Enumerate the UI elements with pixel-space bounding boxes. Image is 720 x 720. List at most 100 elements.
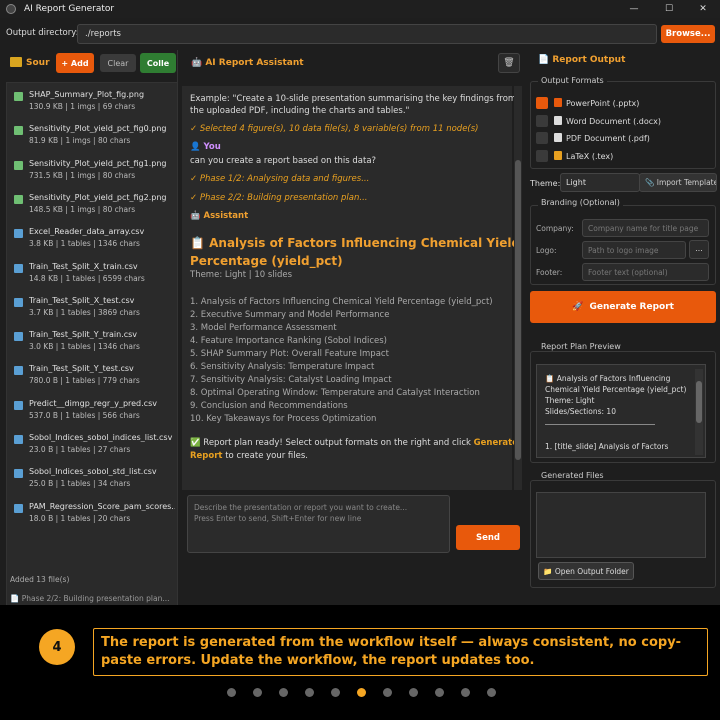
- source-file-meta: 3.0 KB | 1 tables | 1346 chars: [29, 342, 140, 352]
- logo-browse-button[interactable]: ...: [689, 240, 709, 259]
- format-label: PowerPoint (.pptx): [554, 98, 639, 108]
- pagination-dot[interactable]: [435, 688, 444, 697]
- source-file-name: Train_Test_Split_X_train.csv: [29, 261, 138, 271]
- generated-files-title: Generated Files: [538, 471, 607, 480]
- open-output-folder-button[interactable]: 📁 Open Output Folder: [538, 562, 634, 580]
- send-button[interactable]: Send: [456, 525, 520, 550]
- source-file-meta: 18.0 B | 1 tables | 20 chars: [29, 513, 131, 523]
- minimize-button[interactable]: —: [617, 0, 651, 18]
- preview-scrollbar-thumb[interactable]: [696, 381, 702, 423]
- plan-item: 6. Sensitivity Analysis: Temperature Imp…: [190, 362, 375, 372]
- source-file-item[interactable]: PAM_Regression_Score_pam_scores... 18.0 B…: [7, 498, 177, 528]
- footer-input[interactable]: Footer text (optional): [582, 263, 709, 281]
- pagination-dot[interactable]: [461, 688, 470, 697]
- import-template-label: Import Template: [656, 178, 717, 187]
- table-icon: [14, 503, 23, 513]
- rocket-icon: 🚀: [572, 302, 590, 312]
- source-file-item[interactable]: Excel_Reader_data_array.csv 3.8 KB | 1 ta…: [7, 223, 177, 253]
- output-directory-input[interactable]: ./reports: [77, 24, 657, 44]
- sources-panel: Sour + Add Clear Colle SHAP_Summary_Plot…: [6, 50, 178, 619]
- import-template-button[interactable]: 📎 Import Template: [639, 173, 717, 192]
- close-button[interactable]: ✕: [686, 0, 720, 18]
- add-button[interactable]: + Add: [56, 53, 94, 73]
- source-file-item[interactable]: Train_Test_Split_Y_test.csv 780.0 B | 1 t…: [7, 360, 177, 390]
- format-checkbox[interactable]: [536, 97, 548, 109]
- report-theme-line: Theme: Light | 10 slides: [190, 270, 293, 280]
- ready-text-a: Report plan ready! Select output formats…: [203, 438, 471, 448]
- preview-scrollbar[interactable]: [695, 369, 703, 455]
- user-label: 👤 You: [190, 142, 221, 152]
- table-icon: [14, 263, 23, 273]
- format-label-text: LaTeX (.tex): [566, 151, 614, 161]
- source-file-item[interactable]: Sobol_Indices_sobol_indices_list.csv 23.0…: [7, 429, 177, 459]
- source-file-meta: 731.5 KB | 1 imgs | 80 chars: [29, 170, 136, 180]
- source-file-meta: 148.5 KB | 1 imgs | 80 chars: [29, 204, 136, 214]
- source-file-list[interactable]: SHAP_Summary_Plot_fig.png 130.9 KB | 1 im…: [6, 82, 178, 619]
- pagination-dots: [227, 688, 496, 697]
- image-icon: [14, 126, 23, 136]
- source-file-item[interactable]: Sensitivity_Plot_yield_pct_fig2.png 148.5…: [7, 189, 177, 219]
- plan-item: 8. Optimal Operating Window: Temperature…: [190, 388, 480, 398]
- pagination-dot[interactable]: [227, 688, 236, 697]
- phase-2-status: ✓ Phase 2/2: Building presentation plan.…: [190, 193, 368, 203]
- plan-item: 3. Model Performance Assessment: [190, 323, 337, 333]
- pagination-dot[interactable]: [383, 688, 392, 697]
- source-file-item[interactable]: SHAP_Summary_Plot_fig.png 130.9 KB | 1 im…: [7, 86, 177, 116]
- source-file-item[interactable]: Sobol_Indices_sobol_std_list.csv 25.0 B |…: [7, 463, 177, 493]
- clear-button[interactable]: Clear: [100, 54, 136, 72]
- ready-report-word: Report: [190, 451, 223, 461]
- trash-icon: 🗑: [503, 58, 515, 68]
- document-icon: [554, 133, 562, 142]
- maximize-button[interactable]: ☐: [652, 0, 686, 18]
- pagination-dot[interactable]: [409, 688, 418, 697]
- theme-label: Theme:: [530, 179, 561, 188]
- format-checkbox[interactable]: [536, 132, 548, 144]
- format-checkbox[interactable]: [536, 114, 548, 127]
- format-checkbox[interactable]: [536, 149, 548, 162]
- source-file-meta: 3.7 KB | 1 tables | 3869 chars: [29, 307, 140, 317]
- source-file-item[interactable]: Sensitivity_Plot_yield_pct_fig0.png 81.9 …: [7, 120, 177, 150]
- generated-files-list[interactable]: [536, 492, 706, 558]
- pagination-dot[interactable]: [331, 688, 340, 697]
- report-output-title-text: Report Output: [552, 55, 626, 65]
- app-window: AI Report Generator — ☐ ✕ Output directo…: [0, 0, 720, 619]
- source-file-item[interactable]: Train_Test_Split_Y_train.csv 3.0 KB | 1 t…: [7, 326, 177, 356]
- logo-input[interactable]: Path to logo image: [582, 241, 686, 259]
- pagination-dot[interactable]: [487, 688, 496, 697]
- theme-select[interactable]: Light: [560, 173, 640, 192]
- browse-button[interactable]: Browse...: [661, 25, 715, 43]
- table-icon: [14, 366, 23, 376]
- document-icon: [554, 150, 562, 160]
- format-label: PDF Document (.pdf): [554, 133, 650, 143]
- table-icon: [14, 400, 23, 410]
- preview-line-1: 📋 Analysis of Factors Influencing: [545, 374, 671, 383]
- plan-preview-box[interactable]: 📋 Analysis of Factors Influencing Chemic…: [536, 364, 706, 458]
- format-label-text: PDF Document (.pdf): [566, 134, 650, 143]
- pagination-dot[interactable]: [279, 688, 288, 697]
- source-file-item[interactable]: Sensitivity_Plot_yield_pct_fig1.png 731.5…: [7, 155, 177, 185]
- preview-line-5: 1. [title_slide] Analysis of Factors: [545, 442, 669, 451]
- generate-report-label: Generate Report: [589, 302, 674, 312]
- chat-scrollbar[interactable]: [514, 86, 522, 490]
- chat-history: Example: "Create a 10-slide presentation…: [182, 86, 520, 490]
- assistant-label: 🤖 Assistant: [190, 211, 249, 221]
- output-directory-row: Output directory: ./reports Browse...: [0, 22, 720, 46]
- image-icon: [14, 160, 23, 170]
- chat-scrollbar-thumb[interactable]: [515, 160, 521, 460]
- pagination-dot[interactable]: [253, 688, 262, 697]
- message-input[interactable]: Describe the presentation or report you …: [187, 495, 450, 553]
- clear-chat-button[interactable]: 🗑: [498, 53, 520, 73]
- plan-item: 2. Executive Summary and Model Performan…: [190, 310, 390, 320]
- source-file-item[interactable]: Predict__dimgp_regr_y_pred.csv 537.0 B | …: [7, 395, 177, 425]
- generate-report-button[interactable]: 🚀 Generate Report: [530, 291, 716, 323]
- collect-button[interactable]: Colle: [140, 53, 176, 73]
- source-file-item[interactable]: Train_Test_Split_X_test.csv 3.7 KB | 1 ta…: [7, 292, 177, 322]
- assistant-label-text: Assistant: [203, 211, 249, 221]
- source-file-item[interactable]: Train_Test_Split_X_train.csv 14.8 KB | 1 …: [7, 258, 177, 288]
- company-input[interactable]: Company name for title page: [582, 219, 709, 237]
- pagination-dot[interactable]: [357, 688, 366, 697]
- document-icon: [554, 115, 562, 125]
- plan-item: 7. Sensitivity Analysis: Catalyst Loadin…: [190, 375, 392, 385]
- logo-label: Logo:: [536, 246, 557, 255]
- pagination-dot[interactable]: [305, 688, 314, 697]
